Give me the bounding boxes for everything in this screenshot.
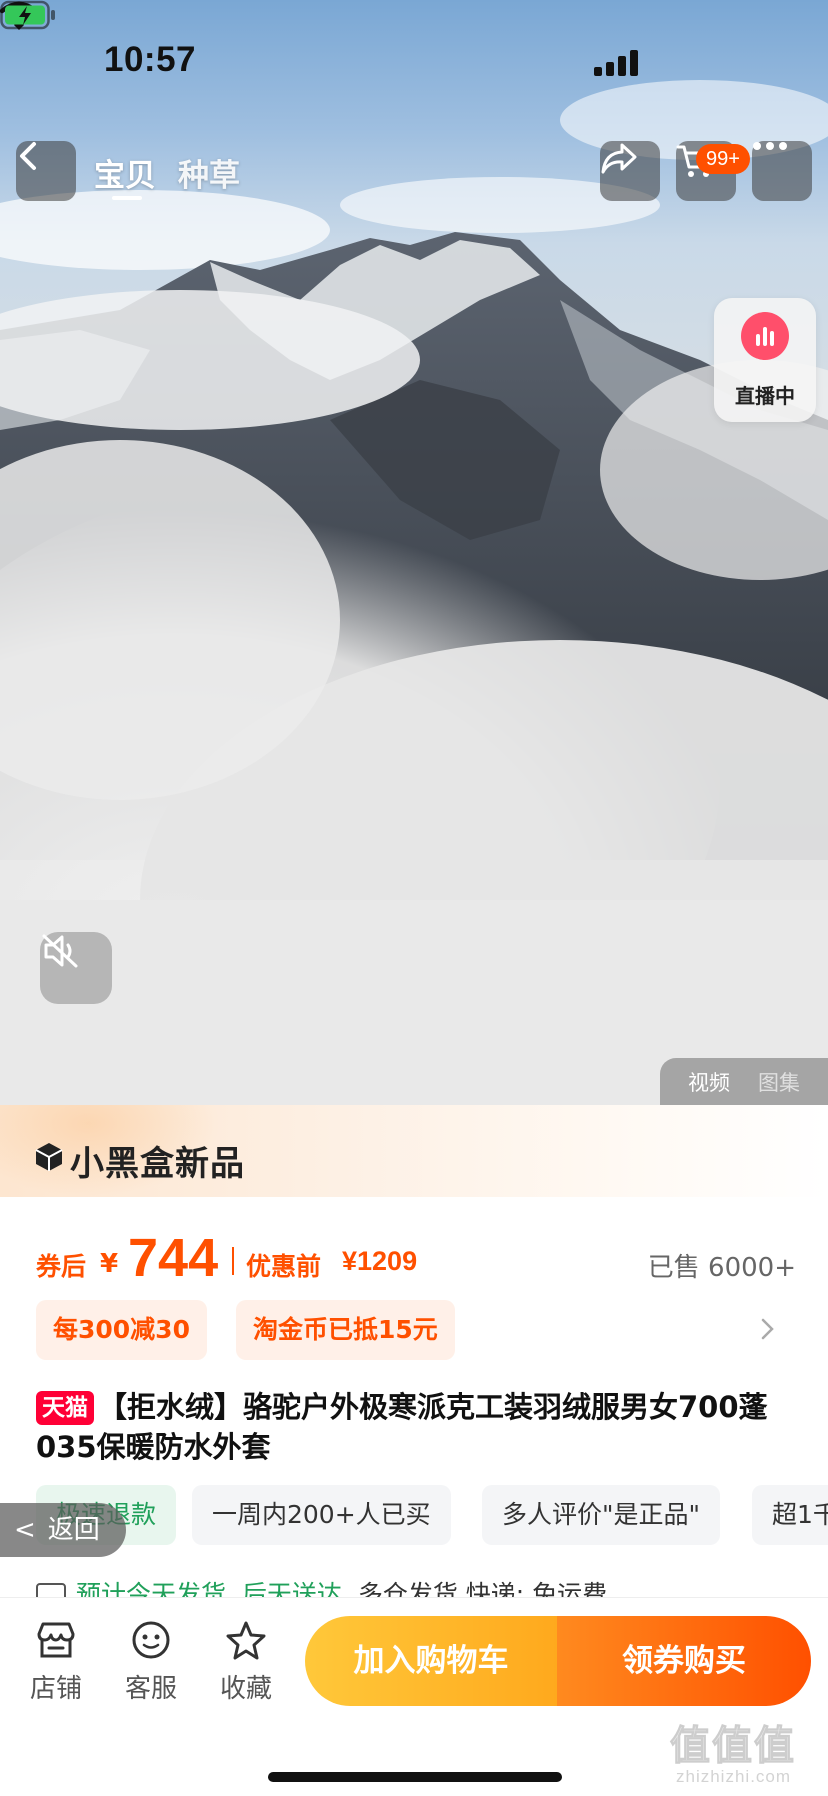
tab-product[interactable]: 宝贝 — [94, 150, 156, 195]
tab-grass[interactable]: 种草 — [178, 150, 240, 195]
promo-row[interactable]: 每300减30 淘金币已抵15元 — [36, 1300, 796, 1360]
star-icon — [226, 1621, 266, 1660]
customer-service-button[interactable]: 客服 — [111, 1620, 191, 1705]
service-label: 客服 — [124, 1674, 177, 1704]
home-indicator — [268, 1772, 562, 1782]
live-icon — [741, 312, 789, 360]
back-button[interactable] — [16, 141, 76, 201]
promo-coupon[interactable]: 每300减30 — [36, 1300, 207, 1360]
watermark-logo-text: 值值值 — [670, 1723, 796, 1770]
status-bar: 10:57 — [0, 0, 828, 120]
currency-symbol: ¥ — [100, 1249, 119, 1279]
more-dots-icon — [753, 142, 787, 150]
shop-label: 店铺 — [29, 1674, 82, 1704]
more-button[interactable] — [752, 141, 812, 201]
speaker-muted-icon — [42, 934, 78, 968]
chevron-right-icon[interactable] — [754, 1316, 780, 1342]
share-button[interactable] — [600, 141, 660, 201]
tag-authentic-reviews[interactable]: 多人评价"是正品" — [482, 1485, 720, 1545]
brand-banner: 小黑盒新品 — [0, 1105, 828, 1197]
store-icon — [37, 1622, 75, 1658]
watermark-url: zhizhizhi.com — [676, 1767, 792, 1786]
tmall-badge: 天猫 — [36, 1391, 94, 1425]
toggle-gallery[interactable]: 图集 — [758, 1067, 800, 1097]
toggle-video[interactable]: 视频 — [688, 1067, 730, 1097]
bottom-action-bar: 店铺 客服 收藏 加入购物车 领券购买 值值值 zhizhizhi.com — [0, 1597, 828, 1796]
price-before-discount: ¥1209 — [342, 1246, 418, 1276]
cart-count-badge: 99+ — [696, 144, 750, 174]
status-time: 10:57 — [104, 40, 197, 79]
shop-button[interactable]: 店铺 — [16, 1620, 96, 1705]
favorite-label: 收藏 — [219, 1674, 272, 1704]
active-tab-indicator — [112, 196, 142, 200]
sold-count: 已售 6000+ — [647, 1253, 796, 1283]
box-icon — [35, 1143, 63, 1171]
before-discount-label: 优惠前 — [246, 1252, 322, 1281]
battery-charging-icon — [0, 0, 55, 30]
add-to-cart-button[interactable]: 加入购物车 — [305, 1616, 557, 1706]
promo-coins[interactable]: 淘金币已抵15元 — [236, 1300, 455, 1360]
price-row: 券后 ¥ 744 优惠前 ¥1209 已售 6000+ — [36, 1227, 796, 1288]
service-tags: 极速退款 一周内200+人已买 多人评价"是正品" 超1千 — [36, 1485, 828, 1545]
product-title: 天猫 【拒水绒】骆驼户外极寒派克工装羽绒服男女700蓬035保暖防水外套 — [36, 1387, 792, 1467]
mute-toggle-button[interactable] — [40, 932, 112, 1004]
chat-face-icon — [132, 1621, 170, 1659]
chevron-left-icon: < — [14, 1515, 36, 1545]
product-title-text: 【拒水绒】骆驼户外极寒派克工装羽绒服男女700蓬035保暖防水外套 — [36, 1390, 768, 1464]
brand-name: 小黑盒新品 — [70, 1144, 245, 1184]
favorite-button[interactable]: 收藏 — [206, 1620, 286, 1705]
coupon-buy-button[interactable]: 领券购买 — [557, 1616, 811, 1706]
back-label: 返回 — [47, 1515, 100, 1545]
product-hero-media[interactable]: 10:57 宝贝 种草 99+ 直播中 视频 图集 — [0, 0, 828, 1105]
after-coupon-label: 券后 — [36, 1252, 87, 1281]
tag-weekly-buyers[interactable]: 一周内200+人已买 — [192, 1485, 451, 1545]
tag-more[interactable]: 超1千 — [752, 1485, 828, 1545]
price-after-coupon: 744 — [128, 1228, 219, 1288]
media-type-toggle[interactable]: 视频 图集 — [660, 1058, 828, 1105]
cellular-signal-icon — [594, 50, 638, 76]
live-stream-badge[interactable]: 直播中 — [714, 298, 816, 422]
price-divider — [232, 1247, 234, 1275]
chevron-left-icon — [20, 142, 36, 170]
watermark: 值值值 zhizhizhi.com — [670, 1713, 820, 1793]
floating-back-button[interactable]: < 返回 — [0, 1503, 126, 1557]
share-icon — [601, 143, 637, 174]
live-label: 直播中 — [735, 384, 795, 408]
